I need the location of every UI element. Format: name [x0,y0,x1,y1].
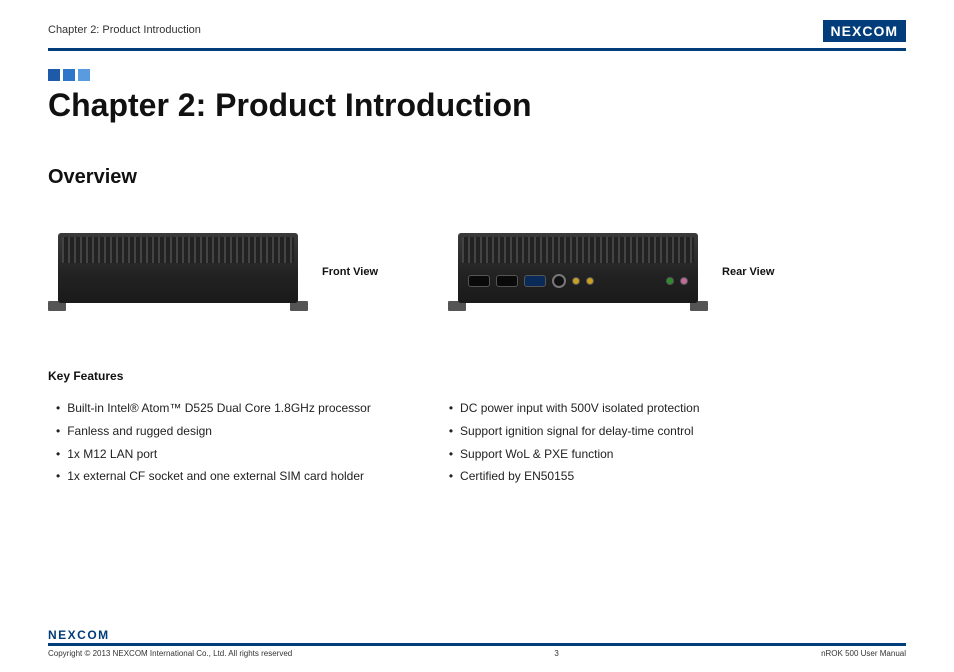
feature-item: Support ignition signal for delay-time c… [441,420,700,443]
feature-item: Fanless and rugged design [48,420,371,443]
decor-squares [48,69,906,81]
features-heading: Key Features [48,369,906,383]
device-rear-image [448,227,708,317]
rear-view-block: Rear View [448,227,774,317]
footer-doc-title: nROK 500 User Manual [821,649,906,658]
key-features: Key Features Built-in Intel® Atom™ D525 … [48,369,906,488]
brand-logo: NEXCOM [823,20,906,42]
rear-view-label: Rear View [722,266,774,278]
feature-item: Support WoL & PXE function [441,443,700,466]
features-left-list: Built-in Intel® Atom™ D525 Dual Core 1.8… [48,397,371,488]
breadcrumb: Chapter 2: Product Introduction [48,20,201,36]
brand-logo-text: NEXCOM [823,20,906,42]
device-front-image [48,227,308,317]
feature-item: DC power input with 500V isolated protec… [441,397,700,420]
features-right-list: DC power input with 500V isolated protec… [441,397,700,488]
footer-copyright: Copyright © 2013 NEXCOM International Co… [48,649,292,658]
chapter-title: Chapter 2: Product Introduction [48,87,906,124]
product-views: Front View Rear View [48,227,906,317]
page-footer: NEXCOM Copyright © 2013 NEXCOM Internati… [48,628,906,658]
feature-item: 1x external CF socket and one external S… [48,465,371,488]
footer-divider [48,643,906,646]
front-view-label: Front View [322,266,378,278]
front-view-block: Front View [48,227,378,317]
footer-page-number: 3 [292,649,821,658]
section-title: Overview [48,166,906,189]
feature-item: Built-in Intel® Atom™ D525 Dual Core 1.8… [48,397,371,420]
header-divider [48,48,906,51]
footer-brand: NEXCOM [48,628,906,642]
feature-item: Certified by EN50155 [441,465,700,488]
page-header: Chapter 2: Product Introduction NEXCOM [48,20,906,46]
feature-item: 1x M12 LAN port [48,443,371,466]
